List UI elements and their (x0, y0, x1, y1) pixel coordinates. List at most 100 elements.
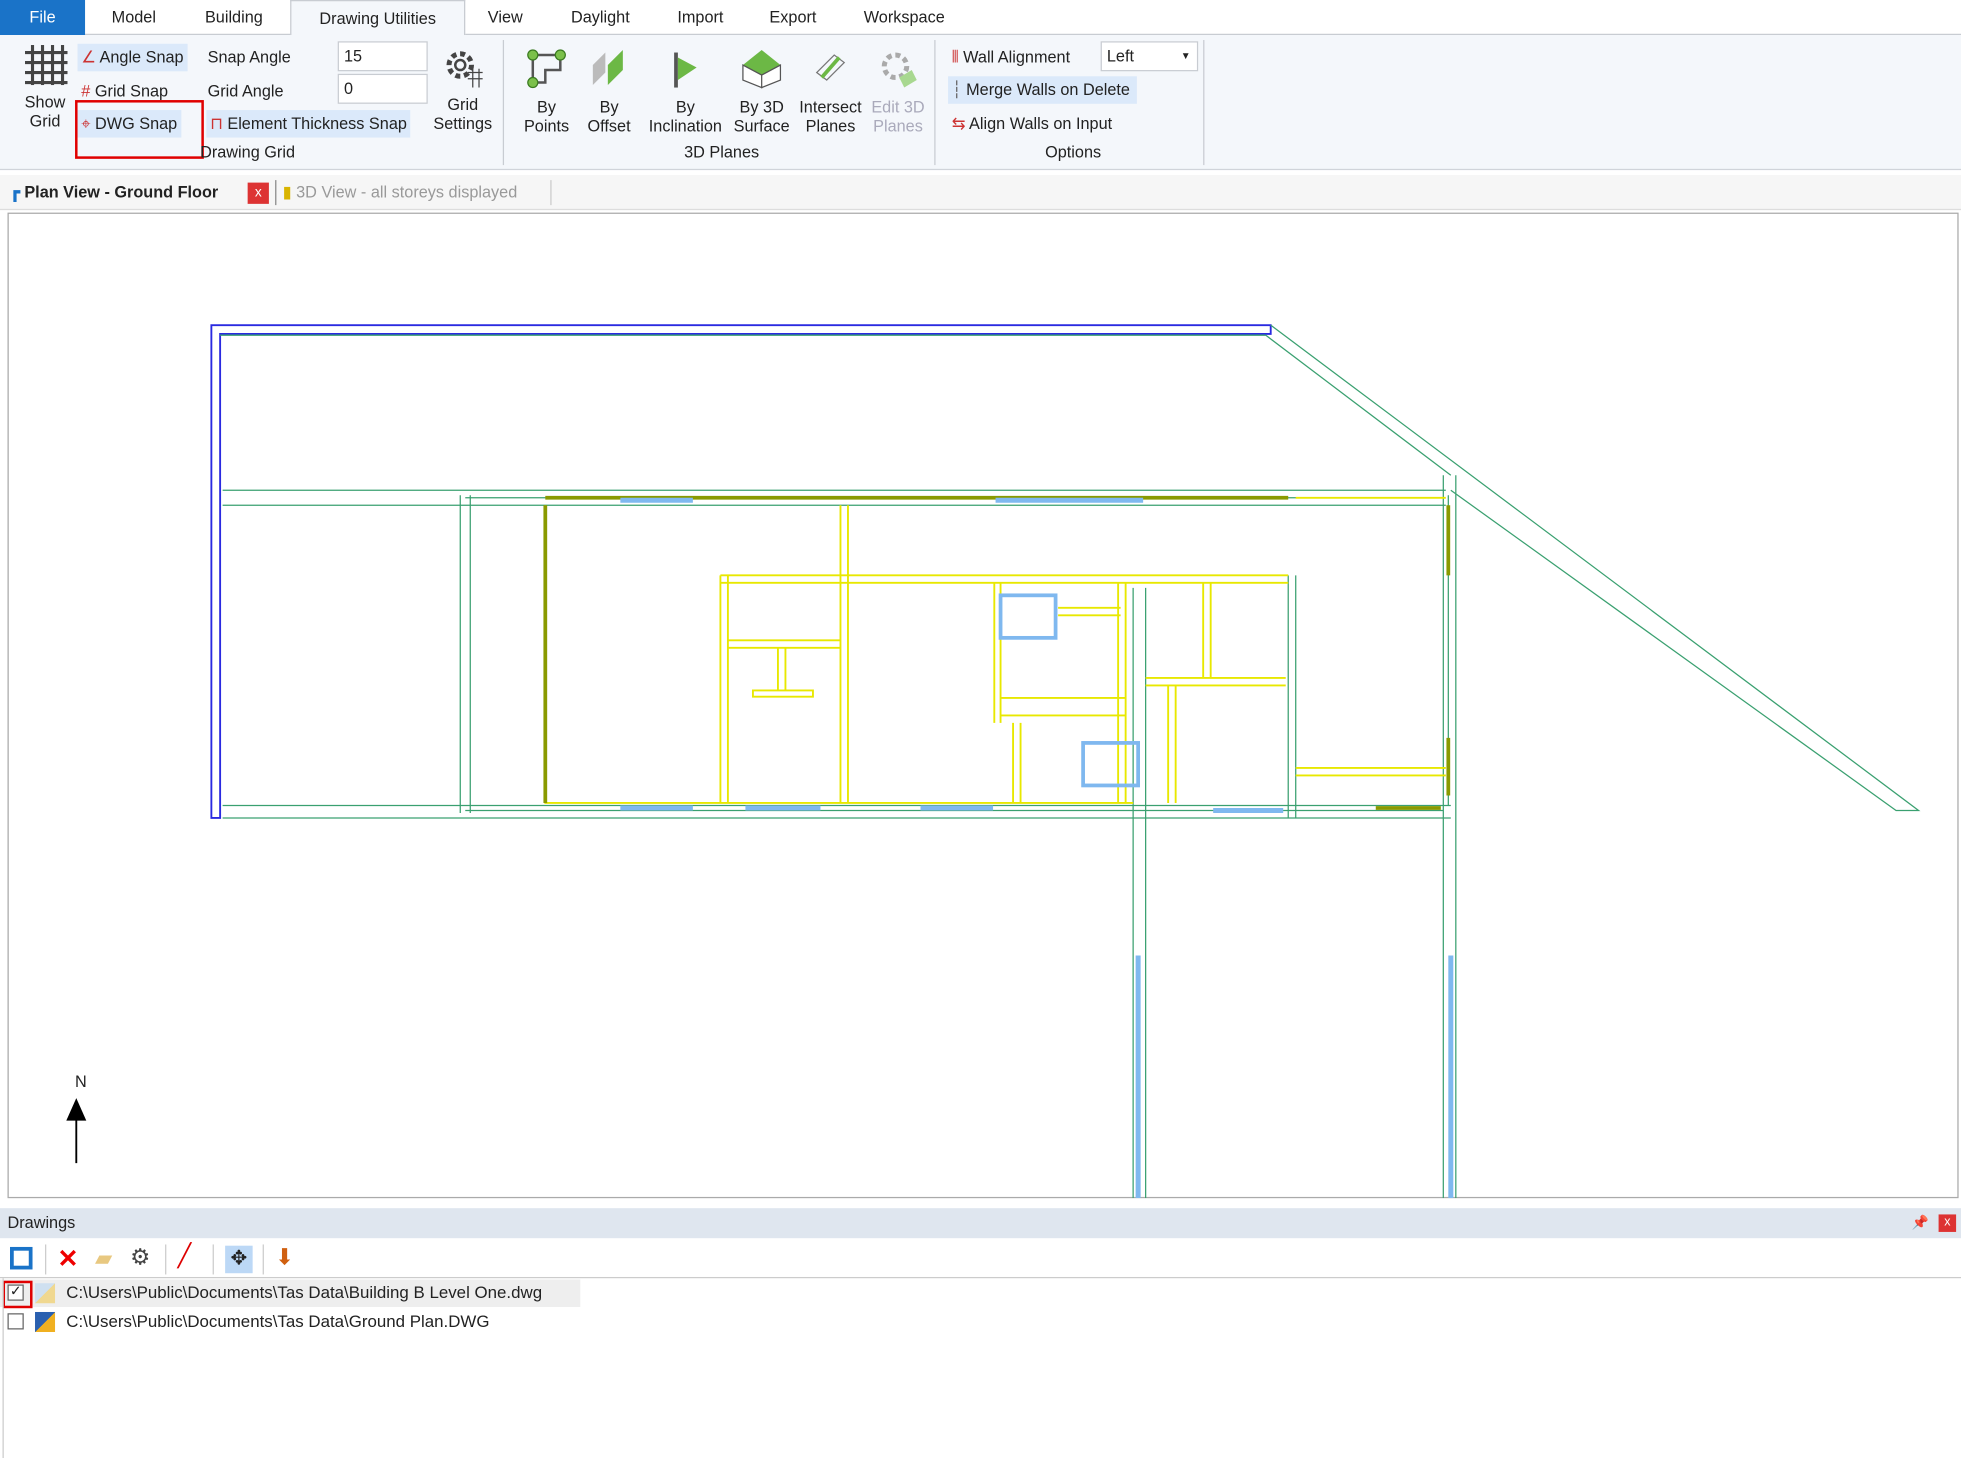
divider (275, 180, 277, 206)
align-walls-on-input-button[interactable]: ⇆ Align Walls on Input (948, 110, 1116, 138)
points-icon (527, 49, 566, 89)
pen-icon[interactable]: ╱ (178, 1243, 192, 1269)
divider (502, 40, 505, 166)
tab-workspace[interactable]: Workspace (850, 0, 958, 35)
north-arrow (66, 1098, 87, 1164)
wall-alignment-icon: ⫴ (951, 47, 959, 67)
intersect-planes-label: Intersect (799, 97, 862, 117)
tab-3d-view[interactable]: ▮ 3D View - all storeys displayed (283, 180, 518, 205)
pin-icon[interactable]: 📌 (1911, 1208, 1928, 1238)
by-3d-surface-label: By 3D (739, 97, 784, 117)
grid-settings-label: Grid (447, 95, 479, 114)
dwg-yellow (544, 496, 1446, 804)
by-3d-surface-label-2: Surface (733, 116, 790, 136)
merge-walls-label: Merge Walls on Delete (966, 80, 1130, 99)
by-points-label-2: Points (523, 116, 570, 136)
plan-view-label: Plan View - Ground Floor (24, 182, 219, 202)
drawing-list-item[interactable]: ✓ C:\Users\Public\Documents\Tas Data\Bui… (0, 1279, 581, 1307)
grid-angle-input[interactable]: 0 (337, 73, 428, 104)
tab-plan-view[interactable]: ┏ Plan View - Ground Floor (10, 180, 218, 205)
merge-walls-on-delete-button[interactable]: ┆ Merge Walls on Delete (948, 76, 1138, 104)
divider (212, 1244, 214, 1275)
divider (262, 1244, 264, 1275)
tab-import[interactable]: Import (665, 0, 735, 35)
show-grid-button[interactable]: Show Grid (18, 43, 73, 131)
3d-view-icon: ▮ (282, 182, 292, 202)
tab-drawing-utilities[interactable]: Drawing Utilities (290, 0, 466, 37)
wall-alignment-select[interactable]: Left ▼ (1100, 41, 1199, 72)
3d-view-label: 3D View - all storeys displayed (296, 182, 518, 202)
intersect-planes-button[interactable]: Intersect Planes (795, 48, 865, 136)
drawings-panel-header: Drawings 📌 x (0, 1208, 1961, 1239)
tab-file[interactable]: File (0, 0, 86, 36)
tab-model[interactable]: Model (100, 0, 168, 35)
by-inclination-label-2: Inclination (648, 116, 722, 136)
thickness-icon: ⊓ (210, 113, 223, 133)
surface-icon (742, 50, 782, 89)
show-grid-label: Show (24, 92, 66, 112)
by-inclination-label: By (675, 97, 695, 117)
align-icon: ⇆ (951, 113, 966, 133)
panel-border (2, 1278, 4, 1458)
angle-snap-button[interactable]: ∠ Angle Snap (77, 43, 188, 72)
dwg-file-icon (35, 1283, 56, 1304)
grid-settings-label-2: Settings (433, 113, 493, 133)
dwg-olive (543, 495, 1451, 810)
divider (1203, 40, 1205, 166)
edit-3d-planes-label: Edit 3D (871, 97, 925, 117)
close-tab-button[interactable]: x (247, 182, 269, 204)
by-offset-label: By (599, 97, 619, 117)
show-grid-label-2: Grid (29, 111, 61, 131)
north-label: N (75, 1071, 87, 1091)
drawing-checkbox[interactable] (7, 1313, 24, 1330)
tab-building[interactable]: Building (190, 0, 278, 35)
options-group-label: Options (1045, 142, 1102, 162)
by-3d-surface-button[interactable]: By 3D Surface (730, 48, 793, 136)
close-panel-button[interactable]: x (1938, 1214, 1957, 1232)
drawing-path: C:\Users\Public\Documents\Tas Data\Groun… (66, 1311, 490, 1331)
tab-daylight[interactable]: Daylight (558, 0, 643, 35)
wall-alignment-value: Left (1106, 46, 1134, 66)
plan-view-icon: ┏ (10, 182, 20, 202)
highlight-box-checkbox (2, 1280, 33, 1309)
divider (165, 1244, 167, 1275)
by-points-button[interactable]: By Points (518, 48, 576, 136)
windows-blue (620, 497, 1454, 1199)
folder-icon[interactable]: ▰ (95, 1246, 112, 1272)
angle-icon: ∠ (81, 47, 96, 67)
walls-green (220, 324, 1921, 1199)
divider (934, 40, 936, 166)
move-icon[interactable]: ✥ (225, 1245, 253, 1274)
layer-import-icon[interactable]: ⬇ (275, 1244, 294, 1270)
divider (45, 1244, 47, 1275)
drawing-path: C:\Users\Public\Documents\Tas Data\Build… (66, 1283, 543, 1302)
gear-grid-icon (446, 51, 483, 88)
snap-angle-input[interactable]: 15 (337, 41, 428, 72)
dwg-file-icon (35, 1311, 56, 1332)
grid-angle-label: Grid Angle (207, 81, 284, 101)
element-thickness-snap-label: Element Thickness Snap (227, 113, 407, 133)
edit-3d-planes-button[interactable]: Edit 3D Planes (868, 48, 928, 136)
offset-icon (592, 50, 623, 86)
by-points-label: By (537, 97, 557, 117)
drawings-panel-title: Drawings (7, 1213, 76, 1232)
wall-alignment-label: ⫴ Wall Alignment (948, 44, 1074, 72)
edit-3d-planes-label-2: Planes (873, 116, 923, 136)
tab-export[interactable]: Export (758, 0, 828, 35)
by-inclination-button[interactable]: By Inclination (643, 48, 728, 136)
element-thickness-snap-button[interactable]: ⊓ Element Thickness Snap (206, 110, 411, 138)
grid-snap-icon: # (81, 81, 91, 101)
import-drawing-icon[interactable] (10, 1246, 33, 1270)
tab-view[interactable]: View (478, 0, 533, 35)
by-offset-button[interactable]: By Offset (580, 48, 638, 136)
floor-plan-drawing (66, 324, 1921, 1199)
settings-icon[interactable]: ⚙ (130, 1244, 150, 1270)
angle-snap-label: Angle Snap (99, 47, 184, 67)
delete-icon[interactable]: ✕ (58, 1243, 79, 1274)
3d-planes-group-label: 3D Planes (684, 142, 760, 162)
plan-canvas[interactable]: N (7, 212, 1959, 1199)
highlight-box-dwg-snap (75, 100, 204, 159)
drawing-list-item[interactable]: C:\Users\Public\Documents\Tas Data\Groun… (0, 1308, 580, 1336)
ribbon-tab-bar: File Model Building Drawing Utilities Vi… (0, 0, 1961, 37)
grid-settings-button[interactable]: Grid Settings (428, 48, 498, 133)
